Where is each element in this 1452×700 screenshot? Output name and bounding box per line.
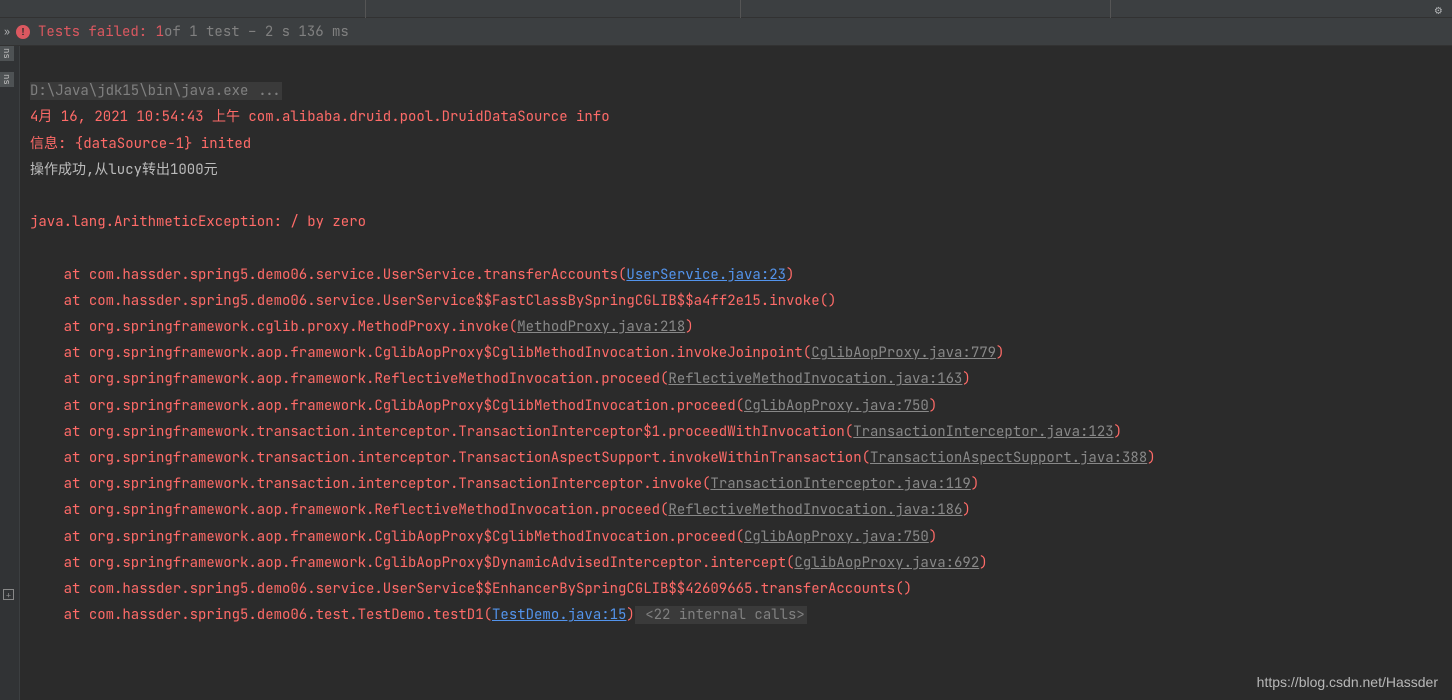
trace-post: ) [1147, 449, 1155, 467]
at-keyword: at [64, 449, 89, 467]
source-link[interactable]: UserService.java:23 [626, 266, 786, 284]
expand-icon[interactable]: + [3, 589, 14, 600]
exception-line: java.lang.ArithmeticException: / by zero [30, 213, 366, 231]
trace-method: org.springframework.aop.framework.Reflec… [89, 370, 669, 388]
trace-method: com.hassder.spring5.demo06.service.UserS… [89, 292, 837, 310]
at-keyword: at [64, 606, 89, 624]
trace-method: org.springframework.aop.framework.CglibA… [89, 344, 811, 362]
at-keyword: at [64, 292, 89, 310]
tab-divider [740, 0, 741, 18]
tab-divider [1110, 0, 1111, 18]
at-keyword: at [64, 397, 89, 415]
source-link[interactable]: CglibAopProxy.java:750 [744, 528, 929, 546]
test-status-bar: » ! Tests failed: 1 of 1 test – 2 s 136 … [0, 18, 1452, 46]
at-keyword: at [64, 580, 89, 598]
trace-post: ) [971, 475, 979, 493]
source-link[interactable]: TransactionAspectSupport.java:388 [870, 449, 1147, 467]
at-keyword: at [64, 318, 89, 336]
trace-method: org.springframework.aop.framework.Reflec… [89, 501, 669, 519]
source-link[interactable]: CglibAopProxy.java:779 [811, 344, 996, 362]
trace-method: org.springframework.aop.framework.CglibA… [89, 528, 744, 546]
trace-method: com.hassder.spring5.demo06.service.UserS… [89, 580, 912, 598]
internal-calls[interactable]: <22 internal calls> [635, 606, 807, 624]
trace-post: ) [626, 606, 634, 624]
cmd-line: D:\Java\jdk15\bin\java.exe ... [30, 82, 282, 100]
fail-icon: ! [16, 25, 30, 39]
trace-method: com.hassder.spring5.demo06.test.TestDemo… [89, 606, 492, 624]
trace-post: ) [929, 397, 937, 415]
trace-post: ) [962, 370, 970, 388]
source-link[interactable]: TransactionInterceptor.java:119 [710, 475, 970, 493]
source-link[interactable]: CglibAopProxy.java:750 [744, 397, 929, 415]
at-keyword: at [64, 370, 89, 388]
at-keyword: at [64, 501, 89, 519]
at-keyword: at [64, 528, 89, 546]
source-link[interactable]: MethodProxy.java:218 [517, 318, 685, 336]
trace-method: org.springframework.aop.framework.CglibA… [89, 397, 744, 415]
at-keyword: at [64, 475, 89, 493]
source-link[interactable]: ReflectiveMethodInvocation.java:163 [668, 370, 962, 388]
trace-method: org.springframework.transaction.intercep… [89, 423, 853, 441]
source-link[interactable]: CglibAopProxy.java:692 [794, 554, 979, 572]
gear-icon[interactable]: ⚙ [1435, 2, 1442, 18]
trace-post: ) [929, 528, 937, 546]
status-label: Tests failed: [38, 23, 147, 41]
chevron-right-icon[interactable]: » [4, 25, 10, 38]
status-total: of 1 test – 2 s 136 ms [164, 23, 349, 41]
console-output[interactable]: D:\Java\jdk15\bin\java.exe ... 4月 16, 20… [20, 46, 1452, 700]
tab-divider [365, 0, 366, 18]
at-keyword: at [64, 423, 89, 441]
watermark: https://blog.csdn.net/Hassder [1257, 674, 1438, 690]
log-line: 信息: {dataSource-1} inited [30, 135, 251, 153]
source-link[interactable]: TransactionInterceptor.java:123 [853, 423, 1113, 441]
trace-post: ) [786, 266, 794, 284]
top-toolbar: ⚙ [0, 0, 1452, 18]
at-keyword: at [64, 554, 89, 572]
log-line: 4月 16, 2021 10:54:43 上午 com.alibaba.drui… [30, 108, 610, 126]
main-area: ns ns + D:\Java\jdk15\bin\java.exe ... 4… [0, 46, 1452, 700]
gutter-tab[interactable]: ns [0, 46, 14, 61]
trace-post: ) [1114, 423, 1122, 441]
trace-post: ) [979, 554, 987, 572]
source-link[interactable]: TestDemo.java:15 [492, 606, 626, 624]
gutter: ns ns + [0, 46, 20, 700]
trace-post: ) [962, 501, 970, 519]
source-link[interactable]: ReflectiveMethodInvocation.java:186 [668, 501, 962, 519]
log-line: 操作成功,从lucy转出1000元 [30, 161, 218, 179]
trace-method: org.springframework.transaction.intercep… [89, 449, 870, 467]
trace-method: org.springframework.aop.framework.CglibA… [89, 554, 795, 572]
at-keyword: at [64, 344, 89, 362]
trace-post: ) [996, 344, 1004, 362]
trace-method: org.springframework.transaction.intercep… [89, 475, 711, 493]
at-keyword: at [64, 266, 89, 284]
status-fail-count: 1 [156, 23, 164, 41]
trace-post: ) [685, 318, 693, 336]
trace-method: org.springframework.cglib.proxy.MethodPr… [89, 318, 517, 336]
trace-method: com.hassder.spring5.demo06.service.UserS… [89, 266, 627, 284]
gutter-tab[interactable]: ns [0, 72, 14, 87]
